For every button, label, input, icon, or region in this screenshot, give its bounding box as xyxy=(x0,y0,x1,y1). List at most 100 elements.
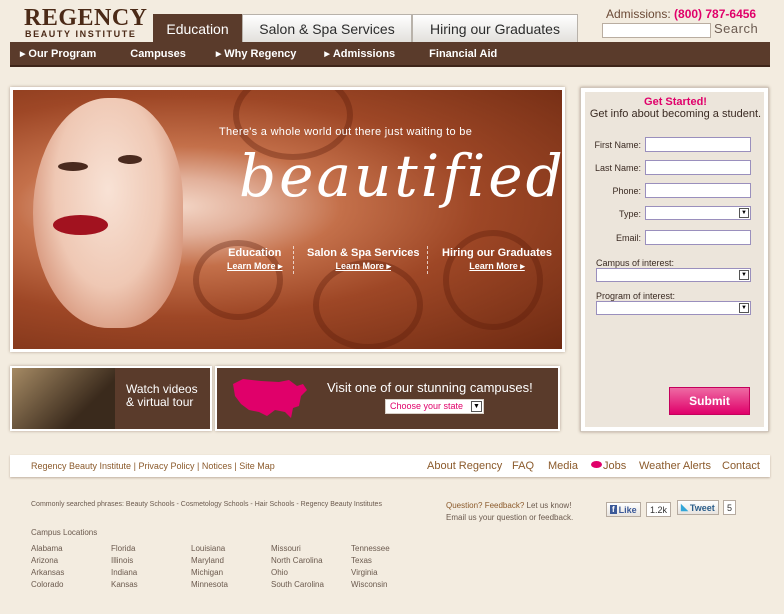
tab-salon-spa-services[interactable]: Salon & Spa Services xyxy=(242,14,412,42)
logo-subtitle: BEAUTY INSTITUTE xyxy=(25,29,137,39)
campus-link[interactable]: Wisconsin xyxy=(351,579,390,591)
hero-link-salon-spa[interactable]: Salon & Spa Services Learn More ▸ xyxy=(307,247,420,272)
tweet-button[interactable]: ◣ Tweet xyxy=(677,500,719,515)
promo-videos[interactable]: Watch videos & virtual tour xyxy=(10,366,212,431)
campus-link[interactable]: Louisiana xyxy=(191,543,228,555)
campus-column: Alabama Arizona Arkansas Colorado xyxy=(31,543,64,591)
logo[interactable]: REGENCY xyxy=(24,5,148,32)
salon-interior-image xyxy=(12,368,115,429)
footer-link-notices[interactable]: Notices xyxy=(202,461,232,471)
phone-field[interactable] xyxy=(645,183,751,198)
campus-select[interactable]: ▼ xyxy=(596,268,751,282)
nav-label: Why Regency xyxy=(224,47,297,60)
separator: | xyxy=(196,461,200,471)
nav-label: Campuses xyxy=(130,47,186,60)
nav-financial-aid[interactable]: Financial Aid xyxy=(421,48,497,60)
campus-link[interactable]: Michigan xyxy=(191,567,228,579)
email-label: Email: xyxy=(615,233,641,243)
learn-more-link[interactable]: Learn More ▸ xyxy=(442,261,552,272)
nav-our-program[interactable]: ▶ Our Program xyxy=(12,48,96,60)
hair-curl-decoration xyxy=(443,230,543,330)
tab-education[interactable]: Education xyxy=(153,14,242,42)
campus-link[interactable]: Indiana xyxy=(111,567,138,579)
phone-label: Phone: xyxy=(612,186,641,196)
campus-link[interactable]: Tennessee xyxy=(351,543,390,555)
hero-link-title: Salon & Spa Services xyxy=(307,247,420,259)
phone-number[interactable]: (800) 787-6456 xyxy=(674,7,756,21)
campus-link[interactable]: Arizona xyxy=(31,555,64,567)
learn-more-link[interactable]: Learn More ▸ xyxy=(227,261,283,272)
hero-tagline: There's a whole world out there just wai… xyxy=(219,126,473,138)
first-name-field[interactable] xyxy=(645,137,751,152)
search-button[interactable]: Search xyxy=(714,21,758,36)
submit-button[interactable]: Submit xyxy=(669,387,750,415)
promo-videos-text: Watch videos & virtual tour xyxy=(126,383,198,409)
hero-link-hiring[interactable]: Hiring our Graduates Learn More ▸ xyxy=(442,247,552,272)
top-tabs: Education Salon & Spa Services Hiring ou… xyxy=(153,14,578,42)
state-select[interactable]: Choose your state ▼ xyxy=(385,399,484,414)
campus-link[interactable]: Missouri xyxy=(271,543,324,555)
footer-link-weather[interactable]: Weather Alerts xyxy=(639,460,711,472)
campus-link[interactable]: Alabama xyxy=(31,543,64,555)
campus-link[interactable]: Maryland xyxy=(191,555,228,567)
footer-link-faq[interactable]: FAQ xyxy=(512,460,534,472)
footer-link-sitemap[interactable]: Site Map xyxy=(239,461,275,471)
nav-admissions[interactable]: ▶ Admissions xyxy=(316,48,395,60)
type-select[interactable]: ▼ xyxy=(645,206,751,220)
program-select[interactable]: ▼ xyxy=(596,301,751,315)
arrow-right-icon: ▶ xyxy=(324,50,330,58)
arrow-right-icon: ▶ xyxy=(215,50,222,58)
model-eye xyxy=(58,162,88,171)
nav-label: Financial Aid xyxy=(429,47,498,60)
model-eye xyxy=(118,155,142,164)
campus-link[interactable]: Texas xyxy=(351,555,390,567)
hero-banner[interactable]: There's a whole world out there just wai… xyxy=(10,87,565,352)
campus-link[interactable]: Minnesota xyxy=(191,579,228,591)
form-subtitle: Get info about becoming a student. xyxy=(589,108,762,120)
campus-link[interactable]: Arkansas xyxy=(31,567,64,579)
footer-link-about[interactable]: About Regency xyxy=(427,460,502,472)
chat-bubble-icon xyxy=(591,461,602,468)
chevron-down-icon: ▼ xyxy=(739,208,749,218)
campus-link[interactable]: Illinois xyxy=(111,555,138,567)
footer-link-regency[interactable]: Regency Beauty Institute xyxy=(31,461,131,471)
divider xyxy=(427,246,428,274)
tab-hiring-graduates[interactable]: Hiring our Graduates xyxy=(412,14,578,42)
footer-link-jobs[interactable]: Jobs xyxy=(603,460,626,472)
learn-more-link[interactable]: Learn More ▸ xyxy=(307,261,420,272)
hero-link-education[interactable]: Education Learn More ▸ xyxy=(227,247,283,272)
nav-label: Our Program xyxy=(28,47,97,60)
campus-column: Missouri North Carolina Ohio South Carol… xyxy=(271,543,324,591)
campus-link[interactable]: Virginia xyxy=(351,567,390,579)
search-input[interactable] xyxy=(602,23,711,38)
campus-link[interactable]: North Carolina xyxy=(271,555,324,567)
campus-column: Tennessee Texas Virginia Wisconsin xyxy=(351,543,390,591)
campus-link[interactable]: South Carolina xyxy=(271,579,324,591)
facebook-icon: f xyxy=(610,505,617,514)
hair-curl-decoration xyxy=(313,260,423,349)
nav-why-regency[interactable]: ▶ Why Regency xyxy=(208,48,297,60)
campus-link[interactable]: Ohio xyxy=(271,567,324,579)
email-field[interactable] xyxy=(645,230,751,245)
chevron-down-icon: ▼ xyxy=(471,401,482,412)
like-count: 1.2k xyxy=(646,502,672,517)
footer-link-media[interactable]: Media xyxy=(548,460,578,472)
question-feedback-link[interactable]: Question? Feedback? xyxy=(446,501,524,510)
twitter-bird-icon: ◣ xyxy=(681,502,688,512)
campus-link[interactable]: Kansas xyxy=(111,579,138,591)
last-name-field[interactable] xyxy=(645,160,751,175)
facebook-like-button[interactable]: f Like xyxy=(606,502,641,517)
campus-link[interactable]: Florida xyxy=(111,543,138,555)
nav-label: Admissions xyxy=(332,47,396,60)
nav-campuses[interactable]: Campuses xyxy=(122,48,186,60)
hero-link-title: Education xyxy=(228,247,282,259)
footer-link-privacy[interactable]: Privacy Policy xyxy=(138,461,194,471)
promo-campuses[interactable]: Visit one of our stunning campuses! Choo… xyxy=(215,366,560,431)
model-face-image xyxy=(33,98,183,328)
footer-link-contact[interactable]: Contact xyxy=(722,460,760,472)
separator: | xyxy=(234,461,237,471)
campus-locations-heading: Campus Locations xyxy=(31,528,98,537)
state-select-value: Choose your state xyxy=(390,401,464,411)
chevron-down-icon: ▼ xyxy=(739,270,749,280)
campus-link[interactable]: Colorado xyxy=(31,579,64,591)
